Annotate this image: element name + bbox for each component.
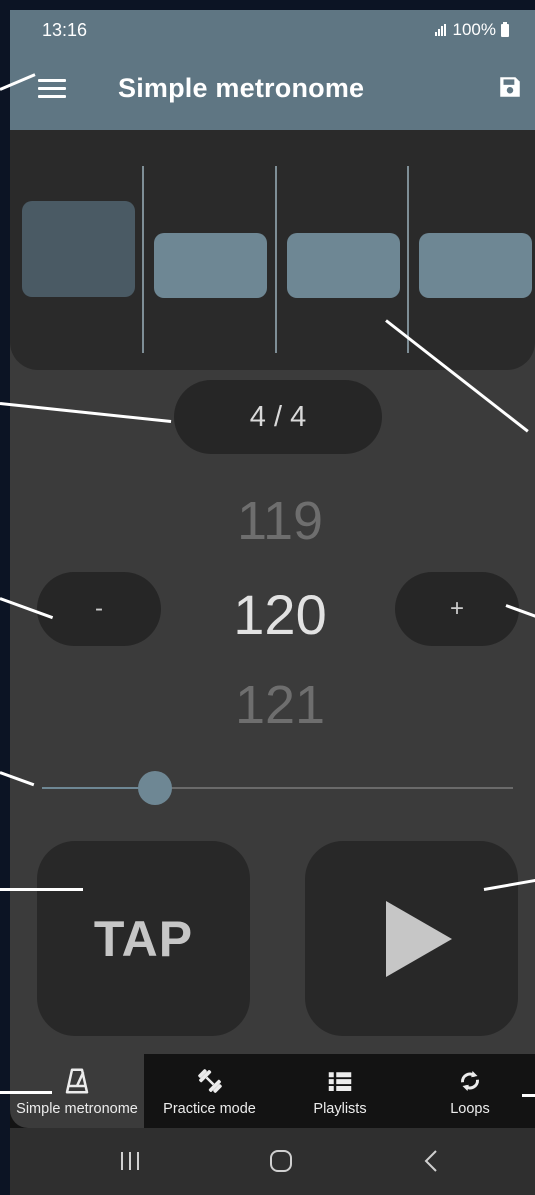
dumbbell-icon — [197, 1069, 222, 1093]
app-bar: Simple metronome — [10, 46, 535, 130]
increase-bpm-button[interactable]: + — [395, 572, 519, 646]
nav-item-loops[interactable]: Loops — [405, 1054, 535, 1128]
nav-item-playlists[interactable]: Playlists — [275, 1054, 405, 1128]
decrease-bpm-button[interactable]: - — [37, 572, 161, 646]
nav-label: Practice mode — [163, 1101, 256, 1117]
nav-label: Playlists — [313, 1101, 367, 1117]
recent-apps-icon[interactable] — [110, 1146, 150, 1176]
battery-icon — [501, 21, 509, 37]
phone-screen: 13:16 100% Simple metronome 4 / 4 119 12… — [10, 10, 535, 1195]
tap-label: TAP — [93, 910, 194, 967]
beat-indicator-panel — [10, 130, 535, 370]
home-icon[interactable] — [261, 1146, 301, 1176]
loop-icon — [461, 1071, 479, 1091]
play-icon — [385, 900, 452, 977]
bpm-next-value[interactable]: 121 — [180, 674, 380, 736]
menu-icon[interactable] — [38, 79, 66, 99]
beat-box[interactable] — [154, 233, 267, 298]
metronome-icon — [65, 1068, 89, 1094]
status-time: 13:16 — [42, 20, 88, 40]
nav-item-simple-metronome[interactable]: Simple metronome — [10, 1054, 144, 1128]
beat-slot-2 — [142, 164, 274, 352]
nav-item-practice-mode[interactable]: Practice mode — [144, 1054, 275, 1128]
save-icon[interactable] — [497, 74, 523, 100]
bpm-previous-value[interactable]: 119 — [180, 490, 380, 552]
nav-label: Simple metronome — [16, 1101, 138, 1117]
tempo-slider-thumb[interactable] — [138, 771, 173, 805]
nav-label: Loops — [450, 1101, 490, 1117]
beat-box[interactable] — [419, 233, 532, 298]
app-title: Simple metronome — [118, 73, 365, 103]
battery-percent: 100% — [452, 20, 496, 39]
beat-slot-4 — [407, 164, 535, 352]
beat-box[interactable] — [287, 233, 400, 298]
play-button[interactable] — [305, 841, 518, 1036]
tempo-slider[interactable] — [42, 771, 513, 805]
signal-icon — [434, 24, 446, 36]
bottom-navigation: Simple metronome Practice mode Playlists… — [10, 1054, 535, 1128]
beat-slot-3 — [275, 164, 407, 352]
system-navigation-bar — [10, 1128, 535, 1195]
status-bar: 13:16 100% — [10, 10, 535, 46]
status-indicators: 100% — [434, 20, 509, 40]
list-icon — [328, 1072, 352, 1091]
back-icon[interactable] — [412, 1146, 452, 1176]
bpm-current-value[interactable]: 120 — [180, 582, 380, 647]
tap-tempo-button[interactable]: TAP — [37, 841, 250, 1036]
beat-box-accent[interactable] — [22, 201, 135, 297]
beat-slot-1 — [10, 164, 142, 352]
time-signature-button[interactable]: 4 / 4 — [174, 380, 382, 454]
